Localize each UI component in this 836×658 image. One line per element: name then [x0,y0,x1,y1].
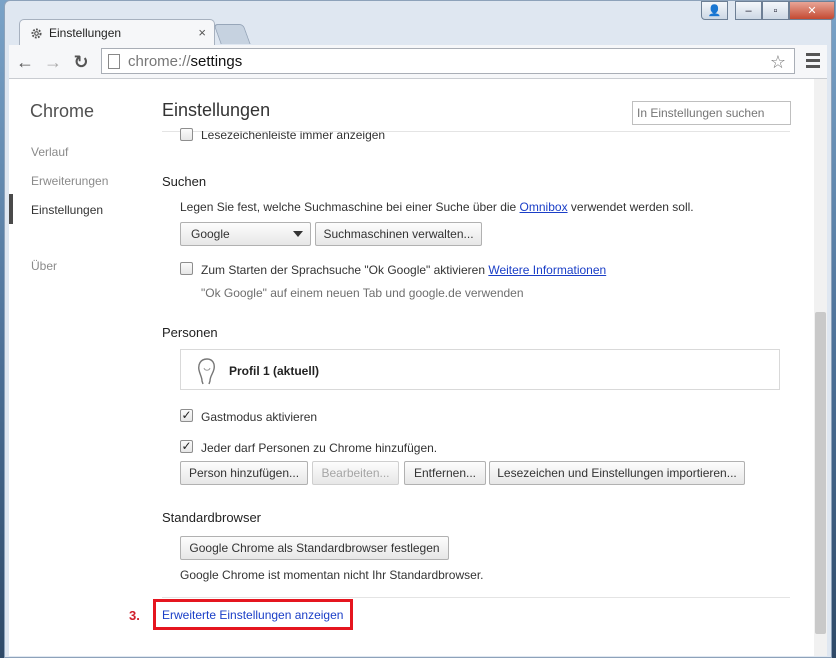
ok-google-hint: "Ok Google" auf einem neuen Tab und goog… [201,286,524,300]
bookmark-star-icon[interactable]: ☆ [770,52,786,73]
remove-person-button[interactable]: Entfernen... [404,461,486,485]
new-tab-button[interactable] [213,24,251,44]
sidebar-item-extensions[interactable]: Erweiterungen [31,174,108,188]
sidebar-item-about[interactable]: Über [31,259,57,273]
sidebar-item-history[interactable]: Verlauf [31,145,68,159]
omnibox-link[interactable]: Omnibox [520,200,568,214]
scrollbar[interactable] [814,79,827,656]
close-tab-icon[interactable]: × [198,26,206,39]
guest-mode-checkbox[interactable]: ✓ [180,409,193,422]
address-bar[interactable]: chrome://settings ☆ [101,48,795,74]
menu-icon[interactable] [806,53,820,69]
search-engine-select[interactable]: Google [180,222,311,246]
step-label: 3. [129,608,140,623]
close-window-button[interactable]: ✕ [789,1,835,20]
show-advanced-settings-link[interactable]: Erweiterte Einstellungen anzeigen [162,608,343,622]
profile-list-item[interactable]: Profil 1 (aktuell) [180,349,780,390]
search-engine-selected: Google [191,227,230,241]
more-info-link[interactable]: Weitere Informationen [488,263,606,277]
maximize-button[interactable]: ▫ [762,1,789,20]
toolbar: ← → ↻ chrome://settings ☆ [9,45,827,79]
reload-icon[interactable]: ↻ [71,52,91,72]
edit-person-button[interactable]: Bearbeiten... [312,461,399,485]
add-person-button[interactable]: Person hinzufügen... [180,461,308,485]
bookmarks-bar-checkbox[interactable] [180,128,193,141]
tab-settings[interactable]: Einstellungen × [19,19,215,46]
scrollbar-thumb[interactable] [815,312,826,634]
default-browser-status: Google Chrome ist momentan nicht Ihr Sta… [180,568,484,582]
avatar-icon [198,358,215,385]
tab-title: Einstellungen [49,26,122,40]
url-host: settings [190,52,243,70]
section-title-people: Personen [162,325,218,340]
section-title-search: Suchen [162,174,207,189]
settings-search-input[interactable] [632,101,791,125]
minimize-button[interactable]: – [735,1,762,20]
user-icon[interactable]: 👤 [701,1,728,20]
page-title: Einstellungen [162,100,271,120]
gear-icon [31,27,42,39]
profile-name: Profil 1 (aktuell) [229,364,320,378]
manage-search-engines-button[interactable]: Suchmaschinen verwalten... [315,222,482,246]
dropdown-arrow-icon [293,231,303,237]
ok-google-checkbox[interactable] [180,262,193,275]
footer-divider [162,597,790,598]
back-arrow-icon[interactable]: ← [15,52,35,72]
ok-google-label: Zum Starten der Sprachsuche "Ok Google" … [201,263,607,277]
anyone-add-label: Jeder darf Personen zu Chrome hinzufügen… [201,441,438,455]
sidebar-title: Chrome [30,101,95,121]
sidebar-item-settings[interactable]: Einstellungen [31,203,103,217]
page-icon [108,53,120,69]
url-scheme: chrome:// [128,52,191,70]
forward-arrow-icon[interactable]: → [43,52,63,72]
section-title-default-browser: Standardbrowser [162,510,261,525]
active-nav-indicator [9,194,13,224]
settings-page: Chrome Verlauf Erweiterungen Einstellung… [9,79,827,656]
set-default-browser-button[interactable]: Google Chrome als Standardbrowser festle… [180,536,449,560]
guest-mode-label: Gastmodus aktivieren [201,410,318,424]
search-description: Legen Sie fest, welche Suchmaschine bei … [180,200,694,214]
import-bookmarks-button[interactable]: Lesezeichen und Einstellungen importiere… [489,461,745,485]
anyone-add-checkbox[interactable]: ✓ [180,440,193,453]
